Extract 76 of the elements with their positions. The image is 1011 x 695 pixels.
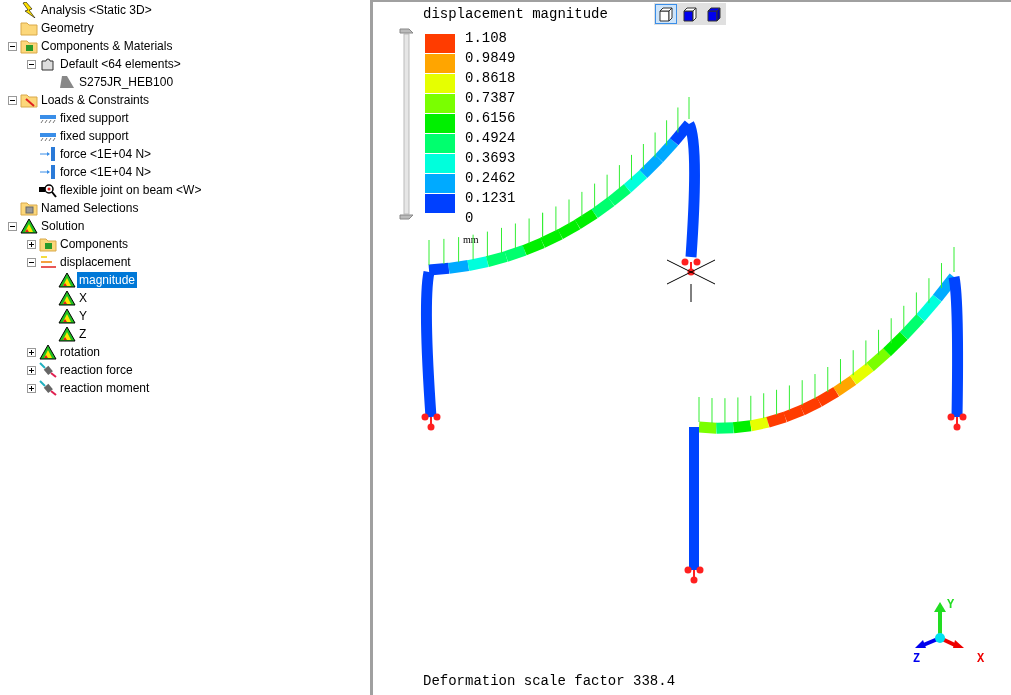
magnifier-icon: [39, 182, 57, 198]
expand-toggle-icon[interactable]: [27, 347, 36, 357]
legend-value: 0.7387: [465, 89, 516, 108]
support-marker: [681, 258, 701, 276]
collapse-toggle-icon[interactable]: [8, 95, 17, 105]
expand-toggle-icon[interactable]: [27, 365, 36, 375]
tree-item[interactable]: Solution: [39, 218, 87, 234]
result-triangle-icon: [20, 218, 38, 234]
tree-item[interactable]: displacement: [58, 254, 133, 270]
force-arrow-icon: [39, 164, 57, 180]
tree-item[interactable]: reaction force: [58, 362, 135, 378]
expand-toggle-icon[interactable]: [27, 383, 36, 393]
legend-value: 0.4924: [465, 129, 516, 148]
tree-item[interactable]: Geometry: [39, 20, 96, 36]
tree-item[interactable]: magnitude: [77, 272, 138, 288]
legend-value: 0.9849: [465, 49, 516, 68]
tree-item[interactable]: Named Selections: [39, 200, 141, 216]
legend-value: 0.6156: [465, 109, 516, 128]
tree-item[interactable]: Analysis <Static 3D>: [39, 2, 154, 18]
reaction-arrows-icon: [39, 380, 57, 396]
folder-icon: [20, 20, 38, 36]
tree-item[interactable]: X: [77, 290, 89, 306]
deformation-scale-text: Deformation scale factor 338.4: [423, 672, 676, 691]
tree-item[interactable]: Default <64 elements>: [58, 56, 183, 72]
result-triangle-icon: [39, 344, 57, 360]
collapse-toggle-icon[interactable]: [27, 59, 36, 69]
result-triangle-icon: [58, 272, 76, 288]
legend-value: 0.3693: [465, 149, 516, 168]
tree-item[interactable]: Components & Materials: [39, 38, 175, 54]
puzzle-folder-icon: [20, 38, 38, 54]
support-marker: [684, 566, 704, 584]
expand-toggle-icon[interactable]: [27, 239, 36, 249]
cube-icon: [682, 6, 698, 22]
tree-item[interactable]: Components: [58, 236, 131, 252]
tree-item[interactable]: Y: [77, 308, 89, 324]
result-triangle-icon: [58, 308, 76, 324]
legend-value: 0.2462: [465, 169, 516, 188]
tree-item[interactable]: rotation: [58, 344, 103, 360]
tree-item[interactable]: Z: [77, 326, 89, 342]
tree-item[interactable]: fixed support: [58, 128, 131, 144]
tree-item[interactable]: fixed support: [58, 110, 131, 126]
result-triangle-icon: [58, 290, 76, 306]
joint-marker: [666, 259, 716, 303]
legend-value: 0.8618: [465, 69, 516, 88]
cube-icon: [658, 6, 674, 22]
beam-icon: [58, 74, 76, 90]
legend-value: 1.108: [465, 29, 508, 48]
collapse-toggle-icon[interactable]: [27, 257, 36, 267]
collapse-toggle-icon[interactable]: [8, 41, 17, 51]
tree-item[interactable]: flexible joint on beam <W>: [58, 182, 204, 198]
legend-value: 0: [465, 209, 475, 228]
unit-label: mm: [463, 233, 479, 247]
tree-item[interactable]: reaction moment: [58, 380, 152, 396]
puzzle-folder-icon: [39, 236, 57, 252]
result-title: displacement magnitude: [423, 5, 608, 24]
tree-item[interactable]: force <1E+04 N>: [58, 146, 154, 162]
load-folder-icon: [20, 92, 38, 108]
result-triangle-icon: [58, 326, 76, 342]
reaction-arrows-icon: [39, 362, 57, 378]
tree-item[interactable]: force <1E+04 N>: [58, 164, 154, 180]
tree-item[interactable]: S275JR_HEB100: [77, 74, 176, 90]
force-arrow-icon: [39, 146, 57, 162]
axis-label: Z: [913, 651, 921, 668]
view-mode-button[interactable]: [655, 4, 677, 24]
legend-value: 0.1231: [465, 189, 516, 208]
cube-icon: [706, 6, 722, 22]
support-marker: [421, 413, 441, 431]
lightning-icon: [20, 2, 38, 18]
support-marker: [947, 413, 967, 431]
puzzle-piece-icon: [39, 56, 57, 72]
selection-folder-icon: [20, 200, 38, 216]
axis-label: Y: [947, 597, 955, 614]
axis-label: X: [977, 651, 985, 668]
collapse-toggle-icon[interactable]: [8, 221, 17, 231]
tree-item[interactable]: Loads & Constraints: [39, 92, 152, 108]
displacement-lines-icon: [39, 254, 57, 270]
